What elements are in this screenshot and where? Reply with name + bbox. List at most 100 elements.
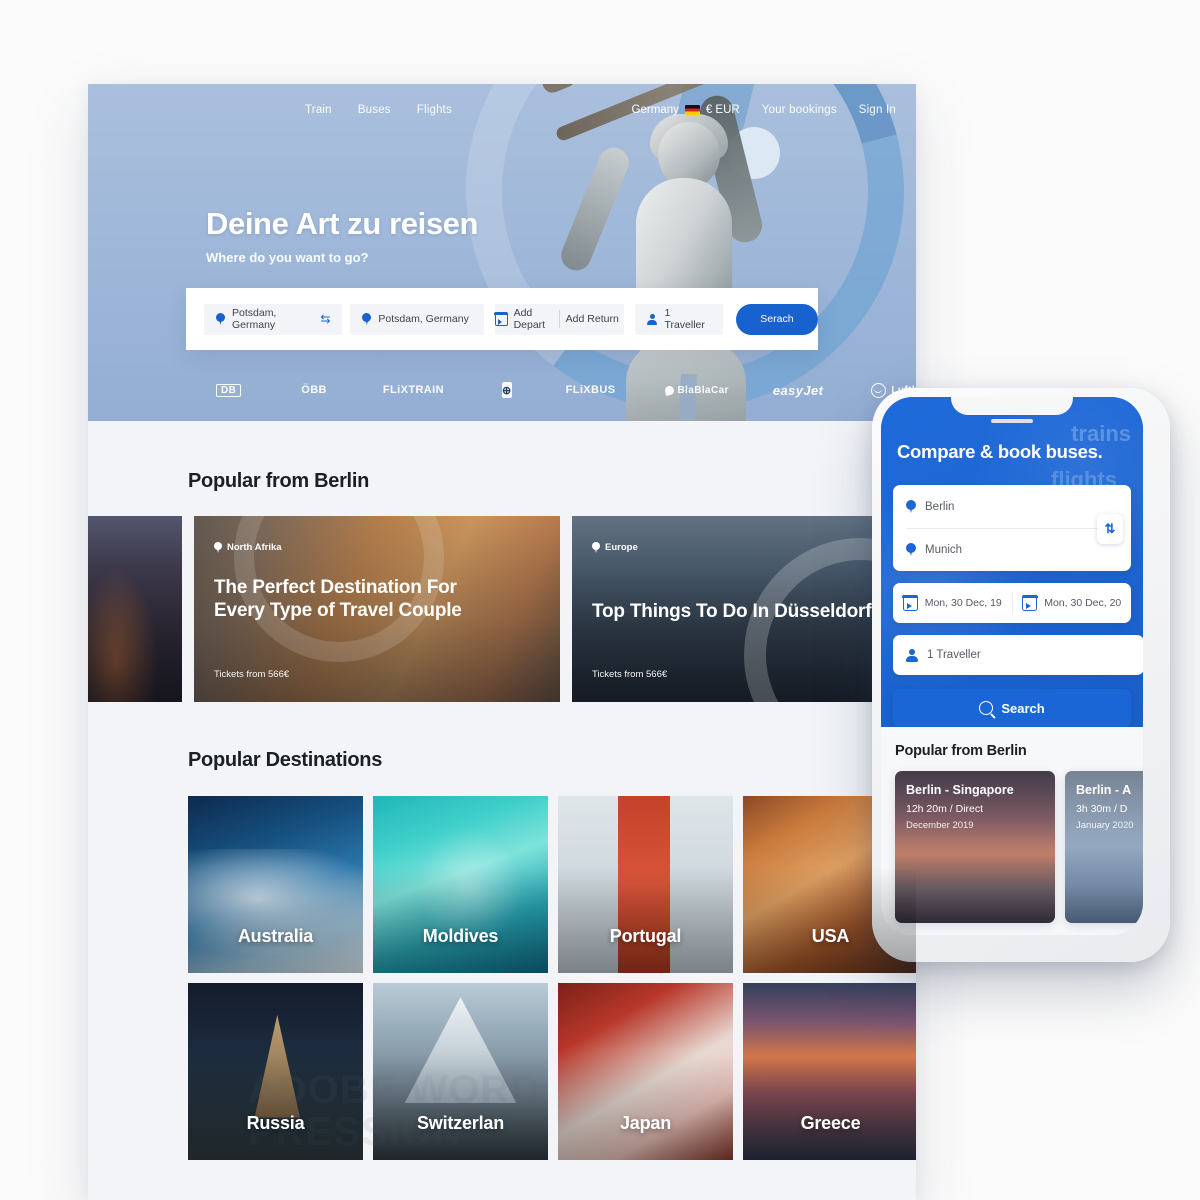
- depart-label: Add Depart: [513, 307, 546, 331]
- logo-lufthansa-label: Lufthansa: [891, 384, 916, 396]
- phone-trip-date: January 2020: [1076, 820, 1134, 831]
- feature-card-north-afrika[interactable]: North Afrika The Perfect Destination For…: [194, 516, 560, 702]
- nav-link-train[interactable]: Train: [305, 104, 332, 116]
- destination-tile-switzerland[interactable]: Switzerlan: [373, 983, 548, 1160]
- germany-flag-icon: [684, 105, 700, 115]
- phone-swap-button[interactable]: ⇅: [1097, 514, 1123, 544]
- phone-location-card: Berlin Munich ⇅: [893, 485, 1131, 571]
- logo-blablacar-label: BlaBlaCar: [677, 384, 729, 396]
- destinations-row-1: Australia Moldives Portugal USA: [188, 796, 916, 973]
- destination-tile-portugal[interactable]: Portugal: [558, 796, 733, 973]
- popular-from-cards: North Afrika The Perfect Destination For…: [88, 516, 916, 702]
- destination-tile-japan[interactable]: Japan: [558, 983, 733, 1160]
- phone-depart-field[interactable]: Mon, 30 Dec, 19: [893, 594, 1012, 611]
- feature-card-dusseldorf[interactable]: Europe Top Things To Do In Düsseldorf Ti…: [572, 516, 916, 702]
- phone-trip-route: Berlin - A: [1076, 783, 1132, 797]
- hero-subtitle: Where do you want to go?: [206, 250, 369, 265]
- phone-trip-date: December 2019: [906, 820, 974, 831]
- phone-search-button[interactable]: Search: [893, 689, 1131, 727]
- logo-sbb: ⊕: [501, 382, 512, 398]
- destination-field[interactable]: Potsdam, Germany: [350, 303, 484, 335]
- phone-trip-duration: 3h 30m / D: [1076, 803, 1128, 815]
- phone-screen: trains Compare & book buses. flights Ber…: [881, 397, 1143, 935]
- travellers-value: 1 Traveller: [664, 307, 705, 331]
- phone-dates-card: Mon, 30 Dec, 19 Mon, 30 Dec, 20: [893, 583, 1131, 623]
- phone-hero-title: Compare & book buses.: [897, 441, 1103, 462]
- logo-easyjet: easyJet: [772, 382, 824, 398]
- partner-logos: DB ÖBB FLiXTRAIN ⊕ FLiXBUS BlaBlaCar eas…: [88, 372, 916, 408]
- origin-field[interactable]: Potsdam, Germany ⇆: [204, 303, 343, 335]
- destination-label: Moldives: [422, 926, 499, 946]
- nav-link-buses[interactable]: Buses: [358, 104, 391, 116]
- phone-hero: trains Compare & book buses. flights Ber…: [881, 397, 1143, 727]
- return-date-field[interactable]: Add Return: [560, 304, 624, 335]
- phone-depart-value: Mon, 30 Dec, 19: [924, 597, 1002, 609]
- currency-label: € EUR: [705, 104, 740, 116]
- phone-destination-field[interactable]: Munich: [906, 528, 962, 571]
- nav-link-flights[interactable]: Flights: [417, 104, 452, 116]
- swap-icon[interactable]: ⇆: [320, 313, 330, 325]
- logo-flixbus: FLiXBUS: [565, 384, 616, 396]
- destination-tile-greece[interactable]: Greece: [743, 983, 916, 1160]
- blablacar-mark-icon: [664, 384, 676, 396]
- logo-flixtrain: FLiXTRAIN: [382, 384, 444, 396]
- card-tag-label: Europe: [605, 542, 638, 553]
- origin-value: Potsdam, Germany: [232, 307, 277, 331]
- phone-origin-field[interactable]: Berlin: [906, 485, 954, 528]
- lufthansa-crane-icon: [871, 382, 887, 398]
- card-overlay: [88, 516, 182, 702]
- logo-db: DB: [216, 383, 242, 397]
- location-pin-icon: [216, 313, 225, 325]
- popular-from-title: Popular from Berlin: [188, 470, 369, 492]
- card-location-tag: Europe: [592, 542, 638, 553]
- calendar-icon: [1021, 594, 1038, 611]
- nav-primary-links: Train Buses Flights: [305, 104, 452, 116]
- statue-arm-left: [556, 143, 634, 275]
- screenshot-stage: Train Buses Flights Germany € EUR Your b…: [0, 0, 1200, 1200]
- destination-label: USA: [811, 926, 850, 946]
- nav-link-your-bookings[interactable]: Your bookings: [762, 104, 837, 116]
- hero-banner: Train Buses Flights Germany € EUR Your b…: [88, 84, 916, 421]
- phone-trip-card-singapore[interactable]: Berlin - Singapore 12h 20m / Direct Dece…: [895, 771, 1055, 923]
- card-location-tag: North Afrika: [214, 542, 282, 553]
- destination-value: Potsdam, Germany: [378, 313, 469, 325]
- destination-label: Australia: [237, 926, 314, 946]
- search-button[interactable]: Serach: [735, 303, 818, 335]
- date-fields: Add Depart Add Return: [494, 303, 625, 335]
- logo-lufthansa: Lufthansa: [871, 382, 916, 398]
- card-tag-label: North Afrika: [227, 542, 282, 553]
- phone-trip-route: Berlin - Singapore: [906, 783, 1014, 797]
- phone-trip-card-second[interactable]: Berlin - A 3h 30m / D January 2020: [1065, 771, 1143, 923]
- return-label: Add Return: [565, 313, 619, 325]
- calendar-icon: [902, 594, 919, 611]
- destination-tile-moldives[interactable]: Moldives: [373, 796, 548, 973]
- destination-tile-usa[interactable]: USA: [743, 796, 916, 973]
- feature-card-partial[interactable]: [88, 516, 182, 702]
- person-icon: [906, 648, 918, 662]
- location-pin-icon: [906, 500, 916, 513]
- destination-label: Russia: [246, 1113, 305, 1133]
- hero-copy: Deine Art zu reisen Where do you want to…: [206, 206, 478, 265]
- search-icon: [979, 701, 994, 715]
- travellers-field[interactable]: 1 Traveller: [635, 303, 723, 335]
- country-currency-selector[interactable]: Germany € EUR: [632, 104, 740, 116]
- calendar-icon: [494, 312, 508, 326]
- phone-travellers-value: 1 Traveller: [927, 649, 981, 661]
- location-pin-icon: [362, 313, 372, 325]
- destination-tile-australia[interactable]: Australia: [188, 796, 363, 973]
- destinations-row-2: Russia Switzerlan Japan Greece: [188, 983, 916, 1160]
- phone-travellers-field[interactable]: 1 Traveller: [893, 635, 1143, 675]
- card-heading: Top Things To Do In Düsseldorf: [592, 601, 872, 622]
- nav-link-sign-in[interactable]: Sign In: [859, 104, 896, 116]
- phone-trip-cards: Berlin - Singapore 12h 20m / Direct Dece…: [895, 771, 1143, 923]
- phone-return-field[interactable]: Mon, 30 Dec, 20: [1013, 594, 1132, 611]
- destination-tile-russia[interactable]: Russia: [188, 983, 363, 1160]
- search-bar: Potsdam, Germany ⇆ Potsdam, Germany Add …: [186, 288, 818, 350]
- depart-date-field[interactable]: Add Depart: [494, 304, 559, 335]
- card-price: Tickets from 566€: [214, 669, 290, 680]
- destination-label: Portugal: [609, 926, 682, 946]
- person-icon: [647, 313, 658, 325]
- phone-return-value: Mon, 30 Dec, 20: [1044, 597, 1122, 609]
- logo-blablacar: BlaBlaCar: [664, 384, 729, 396]
- card-heading: The Perfect Destination For Every Type o…: [214, 577, 462, 622]
